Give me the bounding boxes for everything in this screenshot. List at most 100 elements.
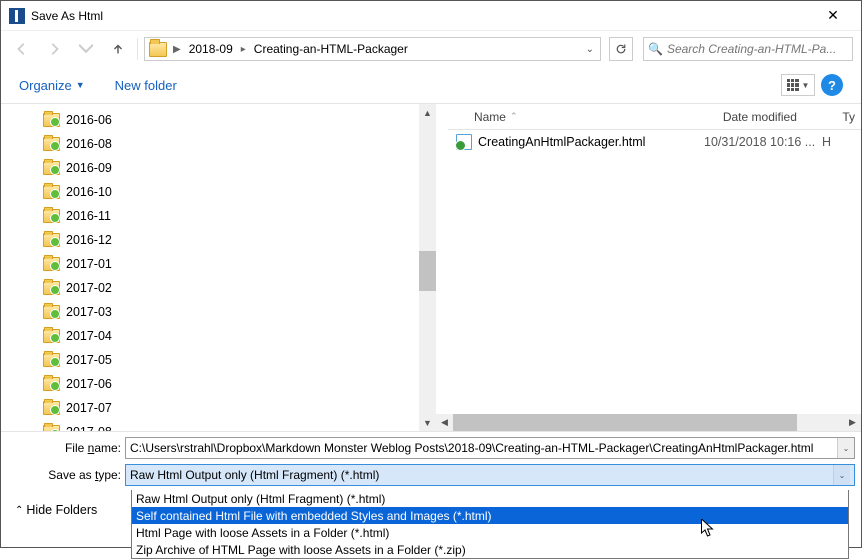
chevron-right-icon[interactable]: ▶: [169, 44, 185, 55]
up-button[interactable]: [105, 36, 131, 62]
savetype-option[interactable]: Self contained Html File with embedded S…: [132, 507, 848, 524]
sort-indicator-icon: ⌃: [510, 111, 518, 122]
bottom-panel: File name: ⌄ Save as type: Raw Html Outp…: [1, 431, 861, 559]
toolbar: Organize▼ New folder ▼ ?: [1, 67, 861, 103]
html-file-icon: [456, 134, 472, 150]
main-area: 2016-06 2016-08 2016-09 2016-10 2016-11 2016-…: [1, 103, 861, 431]
tree-item[interactable]: 2016-08: [1, 132, 436, 156]
chevron-down-icon[interactable]: ⌄: [833, 465, 850, 485]
folder-icon: [149, 42, 167, 57]
help-button[interactable]: ?: [821, 74, 843, 96]
titlebar: Save As Html ✕: [1, 1, 861, 31]
grid-icon: [787, 79, 799, 91]
folder-icon: [43, 113, 60, 127]
tree-item-label: 2016-08: [66, 137, 112, 151]
scroll-thumb[interactable]: [419, 251, 436, 291]
view-options-button[interactable]: ▼: [781, 74, 815, 96]
horizontal-scrollbar[interactable]: ◀ ▶: [436, 414, 861, 431]
separator: [137, 38, 138, 60]
tree-item[interactable]: 2017-06: [1, 372, 436, 396]
column-date[interactable]: Date modified: [717, 110, 836, 124]
tree-item[interactable]: 2016-10: [1, 180, 436, 204]
folder-icon: [43, 161, 60, 175]
chevron-down-icon: ▼: [802, 81, 810, 90]
folder-icon: [43, 305, 60, 319]
scroll-thumb[interactable]: [453, 414, 797, 431]
savetype-option[interactable]: Html Page with loose Assets in a Folder …: [132, 524, 848, 541]
tree-item-label: 2017-07: [66, 401, 112, 415]
tree-pane: 2016-06 2016-08 2016-09 2016-10 2016-11 2016-…: [1, 104, 436, 431]
tree-item-label: 2017-02: [66, 281, 112, 295]
search-input[interactable]: [667, 42, 848, 56]
tree-item[interactable]: 2017-01: [1, 252, 436, 276]
tree-item-label: 2017-01: [66, 257, 112, 271]
tree-item[interactable]: 2016-11: [1, 204, 436, 228]
tree-item[interactable]: 2017-02: [1, 276, 436, 300]
tree-item[interactable]: 2016-09: [1, 156, 436, 180]
folder-icon: [43, 257, 60, 271]
tree-item-label: 2016-06: [66, 113, 112, 127]
tree-item-label: 2017-04: [66, 329, 112, 343]
tree-item-label: 2017-05: [66, 353, 112, 367]
folder-icon: [43, 209, 60, 223]
hide-folders-toggle[interactable]: ⌃ Hide Folders: [15, 503, 97, 517]
file-type-cell: H: [822, 135, 831, 149]
tree-item[interactable]: 2017-08: [1, 420, 436, 431]
breadcrumb-seg-2[interactable]: Creating-an-HTML-Packager: [250, 42, 412, 56]
tree-item-label: 2016-10: [66, 185, 112, 199]
savetype-dropdown[interactable]: Raw Html Output only (Html Fragment) (*.…: [131, 490, 849, 559]
tree-item[interactable]: 2017-03: [1, 300, 436, 324]
forward-button[interactable]: [41, 36, 67, 62]
folder-icon: [43, 377, 60, 391]
savetype-combobox[interactable]: Raw Html Output only (Html Fragment) (*.…: [125, 464, 855, 486]
recent-button[interactable]: [73, 36, 99, 62]
search-icon: 🔍: [648, 42, 663, 56]
folder-icon: [43, 185, 60, 199]
chevron-down-icon[interactable]: ⌄: [837, 438, 854, 458]
chevron-right-icon[interactable]: ▸: [237, 44, 250, 55]
back-button[interactable]: [9, 36, 35, 62]
savetype-option[interactable]: Zip Archive of HTML Page with loose Asse…: [132, 541, 848, 558]
tree-list[interactable]: 2016-06 2016-08 2016-09 2016-10 2016-11 2016-…: [1, 104, 436, 431]
folder-icon: [43, 401, 60, 415]
new-folder-button[interactable]: New folder: [115, 78, 177, 93]
savetype-option[interactable]: Raw Html Output only (Html Fragment) (*.…: [132, 490, 848, 507]
chevron-down-icon[interactable]: ⌄: [582, 44, 598, 55]
tree-item-label: 2016-11: [66, 209, 111, 223]
filename-label: File name:: [7, 441, 125, 455]
folder-icon: [43, 233, 60, 247]
tree-item[interactable]: 2017-07: [1, 396, 436, 420]
organize-menu[interactable]: Organize▼: [19, 78, 85, 93]
vertical-scrollbar[interactable]: ▲ ▼: [419, 104, 436, 431]
chevron-up-icon: ⌃: [15, 505, 23, 516]
app-icon: [9, 8, 25, 24]
chevron-down-icon: ▼: [76, 80, 85, 90]
breadcrumb[interactable]: ▶ 2018-09 ▸ Creating-an-HTML-Packager ⌄: [144, 37, 601, 61]
tree-item[interactable]: 2016-06: [1, 108, 436, 132]
filename-combobox[interactable]: ⌄: [125, 437, 855, 459]
refresh-button[interactable]: [609, 37, 633, 61]
nav-row: ▶ 2018-09 ▸ Creating-an-HTML-Packager ⌄ …: [1, 31, 861, 67]
file-name-cell: CreatingAnHtmlPackager.html: [478, 135, 704, 149]
search-box[interactable]: 🔍: [643, 37, 853, 61]
window-title: Save As Html: [31, 9, 813, 23]
close-button[interactable]: ✕: [813, 7, 853, 24]
filename-input[interactable]: [126, 441, 837, 455]
file-date-cell: 10/31/2018 10:16 ...: [704, 135, 822, 149]
file-pane: Name⌃ Date modified Ty CreatingAnHtmlPac…: [436, 104, 861, 431]
tree-item[interactable]: 2016-12: [1, 228, 436, 252]
tree-item[interactable]: 2017-05: [1, 348, 436, 372]
breadcrumb-seg-1[interactable]: 2018-09: [185, 42, 237, 56]
file-row[interactable]: CreatingAnHtmlPackager.html 10/31/2018 1…: [448, 130, 861, 154]
column-name[interactable]: Name⌃: [468, 110, 717, 124]
folder-icon: [43, 281, 60, 295]
scroll-up-button[interactable]: ▲: [419, 104, 436, 121]
tree-item-label: 2016-12: [66, 233, 112, 247]
tree-item[interactable]: 2017-04: [1, 324, 436, 348]
tree-item-label: 2016-09: [66, 161, 112, 175]
scroll-right-button[interactable]: ▶: [844, 414, 861, 431]
folder-icon: [43, 329, 60, 343]
scroll-down-button[interactable]: ▼: [419, 414, 436, 431]
scroll-left-button[interactable]: ◀: [436, 414, 453, 431]
column-type[interactable]: Ty: [836, 110, 861, 124]
